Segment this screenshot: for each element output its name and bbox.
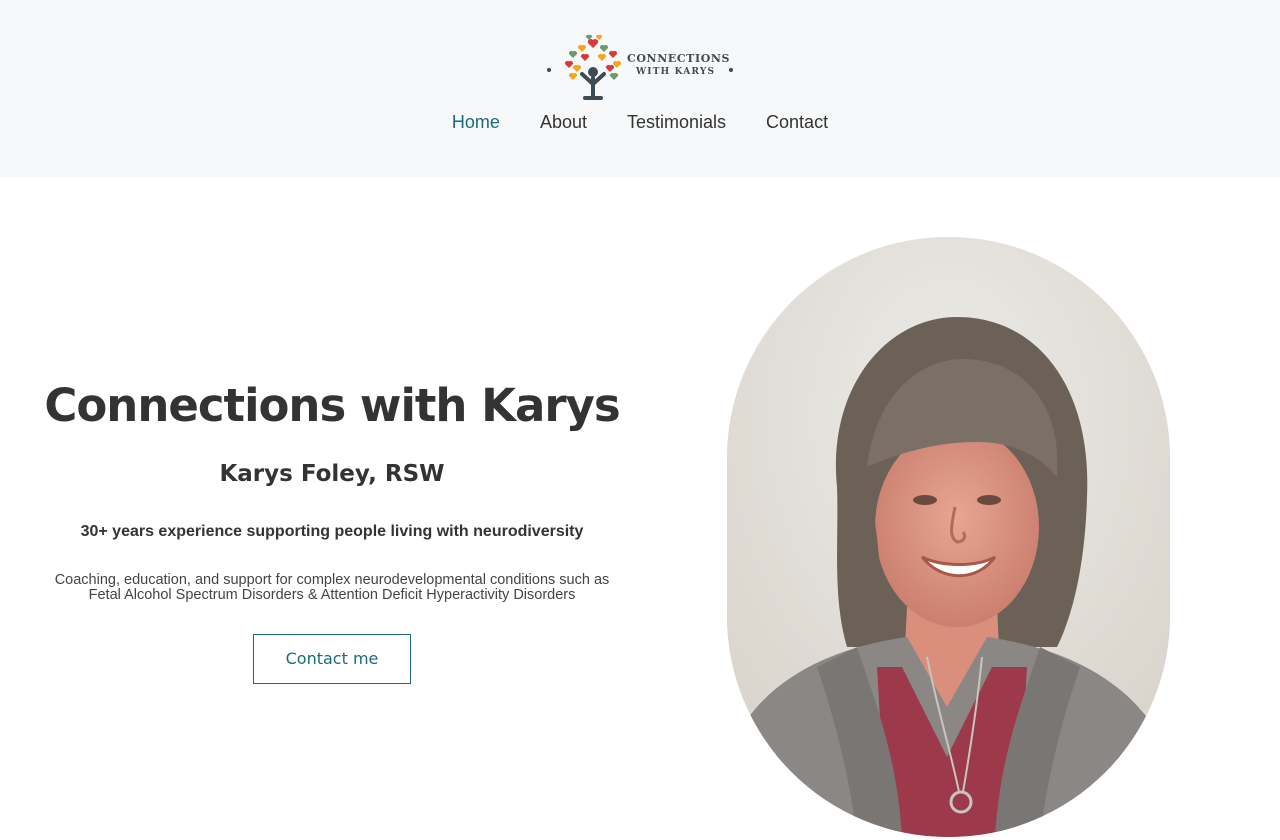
nav-item-home[interactable]: Home bbox=[452, 111, 500, 133]
contact-me-button[interactable]: Contact me bbox=[253, 634, 411, 684]
nav-item-about[interactable]: About bbox=[540, 111, 587, 133]
site-header: CONNECTIONS WITH KARYS Home About Testim… bbox=[0, 0, 1280, 177]
nav-item-testimonials[interactable]: Testimonials bbox=[627, 111, 726, 133]
logo-text-line2: WITH KARYS bbox=[636, 67, 716, 77]
nav-item-contact[interactable]: Contact bbox=[766, 111, 828, 133]
hero-subtitle: Karys Foley, RSW bbox=[219, 461, 445, 487]
hero-text: Connections with Karys Karys Foley, RSW … bbox=[40, 378, 624, 684]
experience-text: 30+ years experience supporting people l… bbox=[80, 523, 584, 540]
main-nav: Home About Testimonials Contact bbox=[0, 111, 1280, 133]
heart-tree-logo-icon bbox=[547, 34, 622, 100]
logo-dot-icon bbox=[729, 68, 733, 72]
logo-text-line1: CONNECTIONS bbox=[627, 52, 731, 65]
hero-description: Coaching, education, and support for com… bbox=[54, 572, 610, 603]
portrait-illustration bbox=[727, 237, 1170, 837]
page-title: Connections with Karys bbox=[44, 379, 620, 432]
portrait-photo bbox=[727, 237, 1170, 837]
site-logo[interactable]: CONNECTIONS WITH KARYS bbox=[544, 28, 738, 102]
